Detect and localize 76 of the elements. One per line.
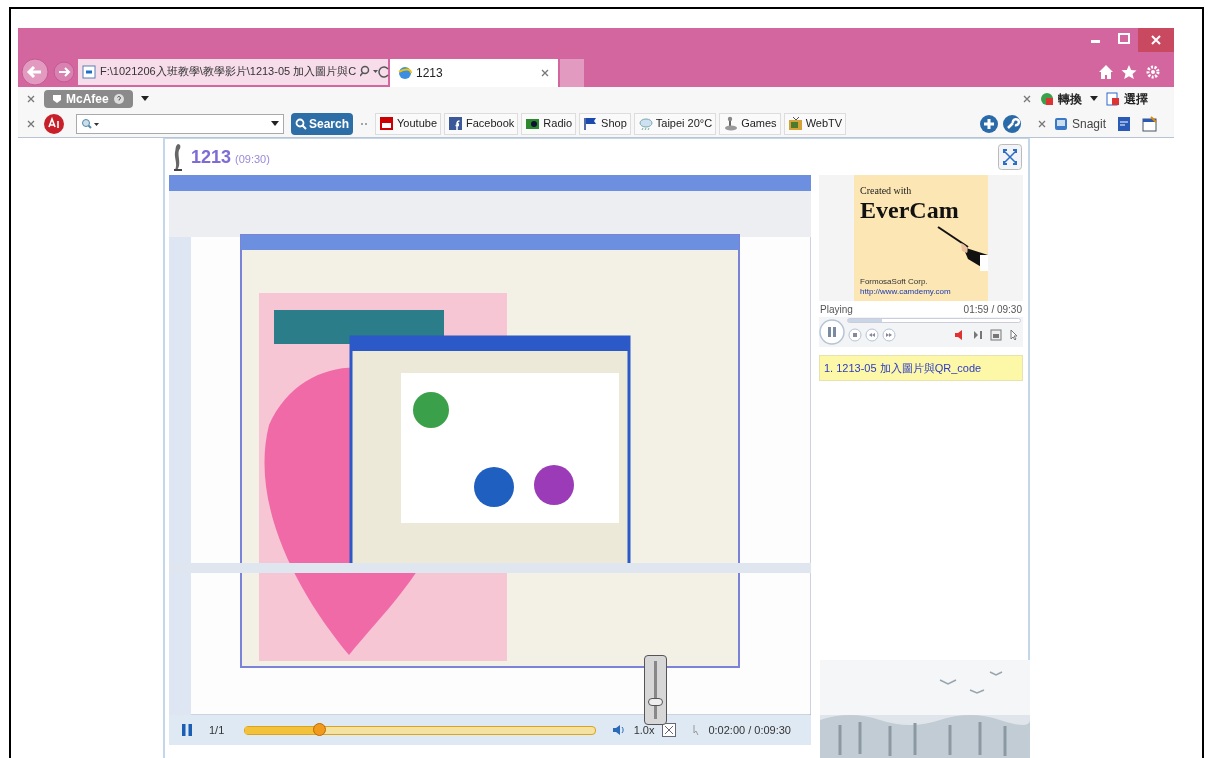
dropdown-caret-icon[interactable] [1090,95,1098,102]
close-toolbar-button[interactable] [26,93,36,104]
bookmark-link[interactable]: Taipei 20°C [633,112,717,135]
forward-button[interactable] [52,59,76,84]
dropdown-caret-icon[interactable] [271,120,279,127]
stop-button[interactable] [848,328,862,342]
search-icon [81,117,99,130]
snagit-icon [1053,116,1068,131]
company-name: FormosaSoft Corp. [860,277,929,287]
logo-caption: Created with [860,184,913,198]
wrench-icon[interactable] [1001,113,1022,134]
convert-icon [1040,91,1054,106]
address-tools-icon[interactable] [360,64,391,79]
playback-time: 0:02:00 / 0:09:30 [708,722,791,738]
playlist-item[interactable]: 1. 1213-05 加入圖片與QR_code [819,355,1023,381]
toolbar-button[interactable]: 選擇 [1106,89,1148,108]
pause-button[interactable] [819,319,845,345]
home-icon[interactable] [1098,63,1114,80]
bookmark-link[interactable]: Youtube [375,112,441,135]
progress-track[interactable] [244,725,596,735]
progress-track[interactable] [847,318,1021,323]
volume-icon[interactable] [611,724,626,736]
page-icon [82,64,96,79]
progress-thumb[interactable] [312,722,326,736]
browser-tab[interactable]: 1213 [390,59,558,87]
video-icon [379,116,395,131]
pause-button[interactable] [181,723,193,737]
dropdown-caret-icon[interactable] [140,95,149,102]
radio-icon [525,116,541,131]
logo-title: EverCam [860,198,960,222]
bookmark-link[interactable]: Radio [521,112,577,135]
favorites-icon[interactable] [1120,63,1138,80]
video-title: 1213 [191,145,232,169]
tv-icon [787,116,803,131]
cloud-icon [637,116,653,131]
bookmark-link[interactable]: Shop [579,112,631,135]
help-icon[interactable] [112,92,125,105]
back-button[interactable] [20,56,50,87]
address-text: F:\1021206入班教學\教學影片\1213-05 加入圖片與C [100,64,357,80]
close-toolbar-button[interactable] [26,118,36,129]
volume-slider[interactable] [644,655,667,725]
search-field[interactable] [76,113,284,134]
rewind-button[interactable] [865,328,879,342]
next-button[interactable] [973,329,983,341]
search-button[interactable]: Search [291,112,354,135]
browser-icon [398,66,412,80]
joystick-icon [723,116,739,131]
address-bar[interactable]: F:\1021206入班教學\教學影片\1213-05 加入圖片與C [78,58,388,85]
playback-status: Playing [820,303,853,317]
shield-icon [52,93,62,104]
fullscreen-button[interactable] [998,144,1022,170]
page-counter: 1/1 [209,722,225,738]
toolbar-button[interactable]: 轉換 [1040,89,1082,108]
close-button[interactable] [1138,28,1174,52]
video-duration: (09:30) [235,152,270,168]
search-icon [295,117,307,130]
snagit-button[interactable]: Snagit [1053,114,1106,133]
tab-close-button[interactable] [540,68,550,78]
close-toolbar-button[interactable] [1022,93,1032,104]
fast-forward-button[interactable] [882,328,896,342]
speed-button[interactable]: 1.0x [633,721,655,739]
bookmark-link[interactable]: Games [719,112,781,135]
bookmark-link[interactable]: WebTV [783,112,847,135]
facebook-icon [448,116,463,131]
volume-thumb[interactable] [648,697,663,706]
document-icon [1106,91,1120,106]
website-link[interactable]: http://www.camdemy.com [860,287,982,297]
add-icon[interactable] [978,113,999,134]
bookmark-link[interactable]: Facebook [444,112,519,135]
screen-icon[interactable] [990,329,1002,341]
fullscreen-button[interactable] [662,723,677,737]
window-icon[interactable] [1117,115,1131,132]
flag-icon [583,116,599,131]
playback-time: 01:59 / 09:30 [963,303,1022,317]
close-toolbar-button[interactable] [1036,118,1047,129]
edit-icon[interactable] [1142,115,1158,132]
